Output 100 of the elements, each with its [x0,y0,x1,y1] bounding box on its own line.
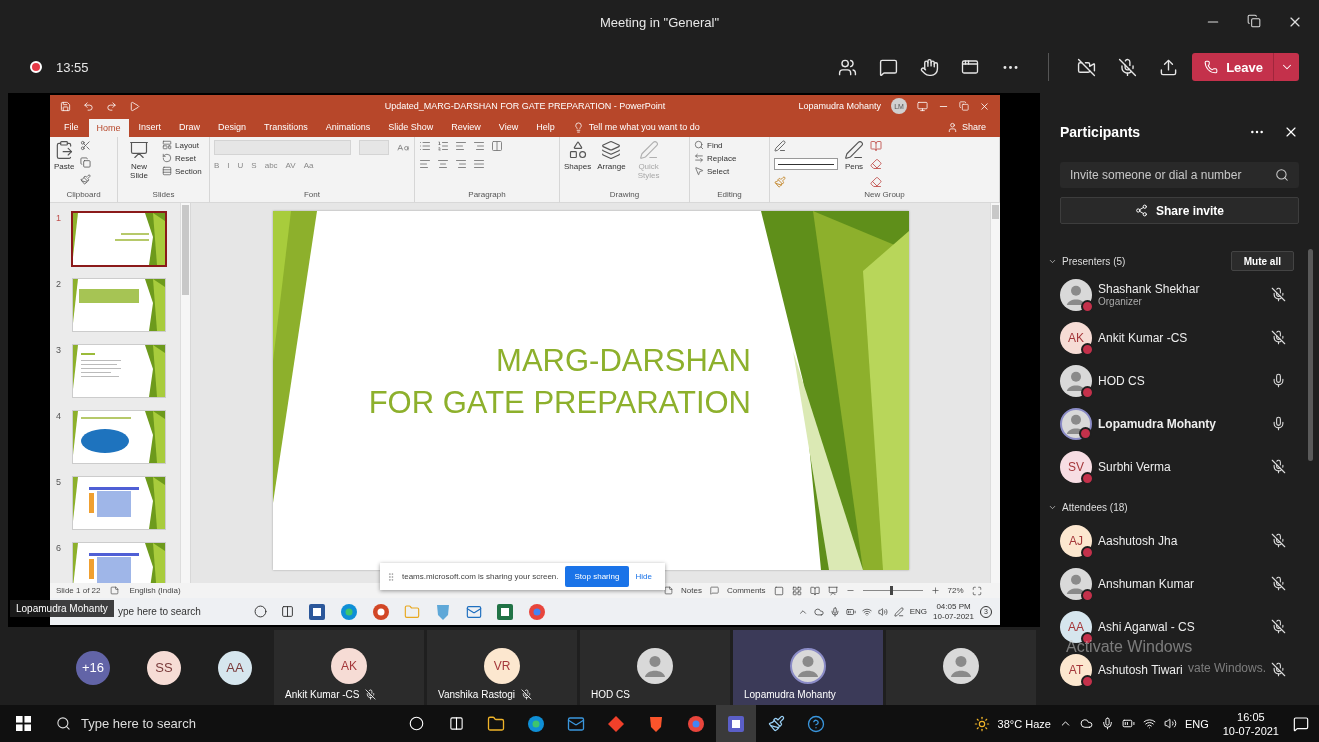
columns-icon[interactable] [491,140,503,152]
justify-icon[interactable] [473,158,485,170]
group-header[interactable]: Attendees (18) [1062,501,1294,513]
ribbon-tab[interactable]: File [56,117,87,137]
slide-thumbnail[interactable] [73,279,165,331]
grid-view-icon[interactable] [791,585,802,596]
notebook-icon[interactable] [870,140,882,152]
ribbon-button[interactable]: Pens [844,140,864,171]
volume-icon[interactable] [1163,717,1177,730]
slide-thumbnail[interactable] [73,543,165,583]
share-link[interactable]: Share [961,122,986,132]
mic-off-icon[interactable] [1271,459,1286,474]
zoom-slider-thumb[interactable] [889,586,893,595]
undo-icon[interactable] [83,100,94,112]
tell-me-field[interactable]: Tell me what you want to do [588,122,700,132]
align-right-icon[interactable] [455,158,467,170]
ribbon-tab[interactable]: Animations [317,117,379,137]
mic-off-icon[interactable] [1271,287,1286,302]
window-icon[interactable] [961,58,980,76]
format-button[interactable]: AV [285,161,296,170]
presentation-app-icon[interactable] [372,602,390,621]
mute-all-button[interactable]: Mute all [1230,251,1294,271]
weather-label[interactable]: 38°C Haze [997,717,1051,730]
copy-icon[interactable] [80,157,92,168]
format-button[interactable]: U [237,161,244,170]
diamond-icon[interactable] [607,714,625,733]
search-field[interactable]: ype here to search [118,606,250,617]
share-invite-button[interactable]: Share invite [1060,197,1299,224]
ribbon-tab[interactable]: Slide Show [380,117,442,137]
help-icon[interactable] [807,714,825,733]
brush-icon[interactable] [80,174,92,185]
eraser-icon[interactable] [870,158,882,170]
mic-off-icon[interactable] [1271,576,1286,591]
notes-button[interactable]: Notes [681,586,702,595]
ribbon-button[interactable]: Shapes [564,140,592,171]
stop-sharing-button[interactable]: Stop sharing [564,566,630,587]
outdent-icon[interactable] [473,140,485,152]
hand-icon[interactable] [920,57,940,77]
mic-off-icon[interactable] [1271,662,1286,677]
eraser-icon[interactable] [870,176,882,188]
taskbar-search-field[interactable]: Type here to search [46,705,396,742]
ribbon-button[interactable]: New Slide [122,140,156,180]
battery-icon[interactable] [1121,717,1135,730]
ribbon-tab[interactable]: Insert [130,117,170,137]
ribbon-tab[interactable]: Review [443,117,489,137]
search-input[interactable]: Invite someone or dial a number [1070,168,1275,182]
shield-icon[interactable] [647,714,665,733]
ribbon-button[interactable]: Layout [162,140,202,150]
slideshow-icon[interactable] [827,585,838,596]
scrollbar[interactable] [180,203,190,583]
mic-off-icon[interactable] [1271,330,1286,345]
numbering-icon[interactable] [437,140,449,152]
ribbon-button[interactable]: Reset [162,153,202,163]
slide-thumbnail[interactable] [73,345,165,397]
share-tray-icon[interactable] [1159,57,1179,77]
zoom-in-icon[interactable] [930,586,940,595]
scrollbar[interactable] [990,203,1000,583]
team-app-icon[interactable] [727,714,745,733]
mic-off-icon[interactable] [1271,533,1286,548]
folder-icon[interactable] [487,714,505,733]
overflow-count[interactable]: +16 [76,650,110,685]
ribbon-tab[interactable]: Home [88,119,129,137]
invite-search-field[interactable]: Invite someone or dial a number [1060,162,1299,188]
pen-icon[interactable] [774,140,786,152]
ribbon-button[interactable]: Find [694,140,737,150]
language-indicator[interactable]: ENG [1184,717,1209,730]
notifications-icon[interactable] [1293,715,1309,732]
pen-icon[interactable] [893,606,904,617]
bullets-icon[interactable] [419,140,431,152]
indent-icon[interactable] [455,140,467,152]
ribbon-button[interactable]: Replace [694,153,737,163]
fit-icon[interactable] [971,585,982,596]
browser-icon[interactable] [527,714,545,733]
mic-off-icon[interactable] [1271,619,1286,634]
format-button[interactable]: Aa [303,161,314,170]
chat-icon[interactable] [879,57,899,77]
format-button[interactable]: I [227,161,230,170]
mic-off-icon[interactable] [1118,57,1138,77]
browser-icon[interactable] [528,602,546,621]
ribbon-button[interactable]: Select [694,166,737,176]
ribbon-button[interactable]: Arrange [597,140,626,171]
spreadsheet-app-icon[interactable] [496,602,514,621]
browser-icon[interactable] [687,714,705,733]
format-button[interactable]: abc [264,161,278,170]
ribbon-button[interactable]: Section [162,166,202,176]
ribbon-tab[interactable]: Draw [171,117,209,137]
ribbon-tab[interactable]: Help [528,117,563,137]
font-size-field[interactable] [359,140,389,155]
language-indicator[interactable]: ENG [909,607,928,616]
people-icon[interactable] [838,57,858,77]
ribbon-tab[interactable]: Design [210,117,255,137]
wifi-icon[interactable] [1142,717,1156,730]
ribbon-button[interactable]: Paste [54,140,75,171]
line-style-field[interactable] [774,158,838,170]
normal-view-icon[interactable] [773,585,784,596]
mail-icon[interactable] [466,603,482,620]
camera-off-icon[interactable] [1077,57,1097,77]
cloud-icon[interactable] [1079,717,1093,730]
mic-icon[interactable] [1100,717,1114,730]
mic-icon[interactable] [1271,373,1286,388]
